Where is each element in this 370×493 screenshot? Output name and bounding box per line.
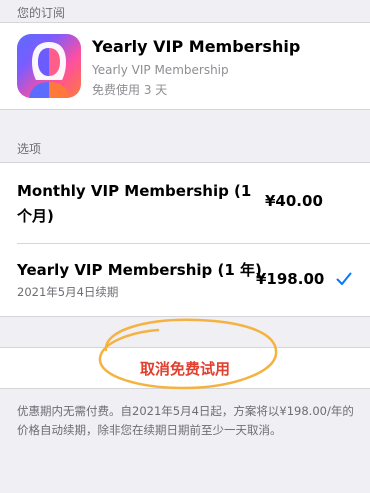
option-yearly[interactable]: Yearly VIP Membership (1 年) ¥198.00 2021… — [0, 244, 370, 317]
options-card: Monthly VIP Membership (1 个月) ¥40.00 Yea… — [0, 162, 370, 317]
option-monthly-label: Monthly VIP Membership (1 个月) — [17, 182, 252, 225]
option-yearly-renewal: 2021年5月4日续期 — [17, 285, 119, 299]
option-yearly-label: Yearly VIP Membership (1 年) — [17, 261, 262, 279]
subscriptions-header: 您的订阅 — [17, 6, 66, 20]
highlight-circle — [88, 314, 288, 398]
subscription-plan: Yearly VIP Membership — [92, 63, 229, 77]
subscription-title: Yearly VIP Membership — [92, 37, 301, 56]
checkmark-icon — [336, 271, 352, 290]
option-monthly[interactable]: Monthly VIP Membership (1 个月) ¥40.00 — [0, 163, 370, 243]
subscription-card[interactable]: Yearly VIP Membership Yearly VIP Members… — [0, 22, 370, 110]
face-app-icon — [17, 34, 81, 98]
cancel-free-trial-button[interactable]: 取消免费试用 — [0, 358, 370, 379]
subscription-trial: 免费使用 3 天 — [92, 83, 168, 97]
footer-note: 优惠期内无需付费。自2021年5月4日起，方案将以¥198.00/年的价格自动续… — [17, 404, 354, 437]
option-yearly-price: ¥198.00 — [256, 270, 325, 288]
options-header: 选项 — [17, 142, 42, 156]
option-monthly-price: ¥40.00 — [265, 192, 323, 210]
